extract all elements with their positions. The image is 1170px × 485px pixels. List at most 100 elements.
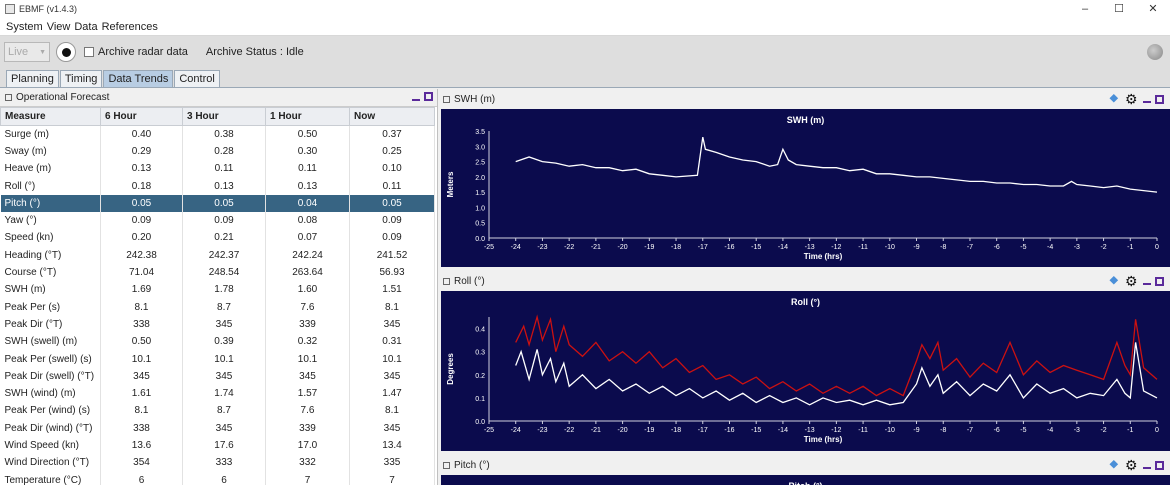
pin-icon[interactable]: ⯁ <box>1109 459 1121 471</box>
table-row[interactable]: Peak Dir (°T) 338 345 339 345 <box>0 315 435 334</box>
pin-icon[interactable]: ⯁ <box>1109 93 1121 105</box>
table-row[interactable]: Yaw (°) 0.09 0.09 0.08 0.09 <box>0 211 435 230</box>
record-button[interactable] <box>56 42 76 62</box>
column-header[interactable]: Now <box>349 107 435 126</box>
value-cell: 13.4 <box>349 436 435 455</box>
menu-references[interactable]: References <box>102 21 158 33</box>
panel-minimize-icon[interactable] <box>1143 283 1151 285</box>
minimize-button[interactable]: – <box>1068 0 1102 18</box>
x-tick-label: -11 <box>858 244 868 251</box>
mode-select-value: Live <box>8 46 29 58</box>
value-cell: 354 <box>100 454 183 472</box>
measure-cell: Yaw (°) <box>0 211 101 230</box>
panel-maximize-icon[interactable] <box>1155 276 1164 286</box>
y-tick-label: 0.5 <box>475 221 485 228</box>
panel-maximize-icon[interactable] <box>1155 460 1164 470</box>
table-row[interactable]: Peak Per (swell) (s) 10.1 10.1 10.1 10.1 <box>0 350 435 368</box>
tab-control[interactable]: Control <box>174 70 220 87</box>
table-row[interactable]: Peak Dir (swell) (°T) 345 345 345 345 <box>0 367 435 385</box>
value-cell: 332 <box>265 454 350 472</box>
value-cell: 0.13 <box>182 177 266 195</box>
panel-minimize-icon[interactable] <box>1143 467 1151 469</box>
maximize-button[interactable]: ☐ <box>1102 0 1136 18</box>
value-cell: 1.57 <box>265 384 350 403</box>
table-row[interactable]: SWH (wind) (m) 1.61 1.74 1.57 1.47 <box>0 384 435 403</box>
value-cell: 339 <box>265 419 350 437</box>
tab-timing[interactable]: Timing <box>59 70 103 87</box>
menu-view[interactable]: View <box>47 21 71 33</box>
column-header[interactable]: 1 Hour <box>265 107 350 126</box>
measure-cell: Course (°T) <box>0 263 101 282</box>
tab-planning[interactable]: Planning <box>6 70 59 87</box>
panel-maximize-icon[interactable] <box>1155 94 1164 104</box>
chart-panel-header: Roll (°) ⯁ ⚙ <box>441 271 1170 291</box>
value-cell: 345 <box>349 315 435 334</box>
table-row[interactable]: Peak Per (wind) (s) 8.1 8.7 7.6 8.1 <box>0 402 435 420</box>
gear-icon[interactable]: ⚙ <box>1125 274 1139 288</box>
series-line <box>515 136 1158 193</box>
x-tick-label: -14 <box>778 244 788 251</box>
value-cell: 10.1 <box>182 350 266 368</box>
table-row[interactable]: SWH (m) 1.69 1.78 1.60 1.51 <box>0 281 435 299</box>
x-tick-label: -10 <box>885 427 895 434</box>
value-cell: 1.78 <box>182 281 266 299</box>
x-tick-label: -9 <box>913 427 919 434</box>
table-row[interactable]: Speed (kn) 0.20 0.21 0.07 0.09 <box>0 229 435 247</box>
tab-data-trends[interactable]: Data Trends <box>103 70 174 87</box>
panel-minimize-icon[interactable] <box>412 98 420 101</box>
archive-radar-checkbox[interactable] <box>84 47 94 57</box>
table-row[interactable]: Peak Dir (wind) (°T) 338 345 339 345 <box>0 419 435 437</box>
table-row[interactable]: Course (°T) 71.04 248.54 263.64 56.93 <box>0 263 435 282</box>
measure-cell: Wind Speed (kn) <box>0 436 101 455</box>
swh-chart-panel: SWH (m) ⯁ ⚙ SWH (m) 0.0 0.5 1.0 1.5 2.0 2.5 3.0… <box>441 89 1170 267</box>
measure-cell: Peak Per (wind) (s) <box>0 402 101 420</box>
y-tick-label: 1.0 <box>475 205 485 212</box>
menu-system[interactable]: System <box>6 21 43 33</box>
table-row[interactable]: Wind Speed (kn) 13.6 17.6 17.0 13.4 <box>0 436 435 455</box>
operational-forecast-panel: Operational Forecast Measure 6 Hour 3 Ho… <box>0 89 438 485</box>
table-row[interactable]: SWH (swell) (m) 0.50 0.39 0.32 0.31 <box>0 333 435 351</box>
panel-minimize-icon[interactable] <box>1143 101 1151 103</box>
x-tick-label: -20 <box>618 427 628 434</box>
y-tick-label: 2.0 <box>475 175 485 182</box>
value-cell: 0.09 <box>100 211 183 230</box>
table-row[interactable]: Wind Direction (°T) 354 333 332 335 <box>0 454 435 472</box>
gear-icon[interactable]: ⚙ <box>1125 92 1139 106</box>
column-header[interactable]: 6 Hour <box>100 107 183 126</box>
value-cell: 0.11 <box>349 177 435 195</box>
value-cell: 0.13 <box>265 177 350 195</box>
x-axis-label: Time (hrs) <box>804 435 843 444</box>
panel-maximize-icon[interactable] <box>424 92 433 101</box>
value-cell: 10.1 <box>100 350 183 368</box>
close-button[interactable]: ✕ <box>1136 0 1170 18</box>
table-row[interactable]: Heave (m) 0.13 0.11 0.11 0.10 <box>0 160 435 178</box>
table-row[interactable]: Sway (m) 0.29 0.28 0.30 0.25 <box>0 142 435 161</box>
mode-select[interactable]: Live ▼ <box>4 42 50 62</box>
value-cell: 8.7 <box>182 402 266 420</box>
value-cell: 0.08 <box>265 211 350 230</box>
value-cell: 1.60 <box>265 281 350 299</box>
gear-icon[interactable]: ⚙ <box>1125 458 1139 472</box>
pin-icon[interactable]: ⯁ <box>1109 275 1121 287</box>
forecast-panel-title: Operational Forecast <box>16 92 110 103</box>
forecast-table: Measure 6 Hour 3 Hour 1 Hour Now Surge (… <box>0 107 435 485</box>
table-row[interactable]: Heading (°T) 242.38 242.37 242.24 241.52 <box>0 246 435 264</box>
table-row[interactable]: Temperature (°C) 6 6 7 7 <box>0 471 435 485</box>
measure-cell: Speed (kn) <box>0 229 101 247</box>
pitch-chart: Pitch (°) <box>441 475 1170 485</box>
record-icon <box>61 47 71 57</box>
table-row[interactable]: Surge (m) 0.40 0.38 0.50 0.37 <box>0 125 435 143</box>
value-cell: 338 <box>100 419 183 437</box>
value-cell: 0.28 <box>182 142 266 161</box>
value-cell: 6 <box>182 471 266 485</box>
column-header[interactable]: Measure <box>0 107 101 126</box>
table-row[interactable]: Roll (°) 0.18 0.13 0.13 0.11 <box>0 177 435 195</box>
menu-data[interactable]: Data <box>74 21 97 33</box>
app-icon <box>5 4 15 14</box>
column-header[interactable]: 3 Hour <box>182 107 266 126</box>
archive-status: Archive Status : Idle <box>205 46 304 58</box>
table-row[interactable]: Peak Per (s) 8.1 8.7 7.6 8.1 <box>0 298 435 316</box>
y-tick-label: 0.4 <box>475 327 485 334</box>
table-row[interactable]: Pitch (°) 0.05 0.05 0.04 0.05 <box>0 194 435 212</box>
x-tick-label: -22 <box>564 244 574 251</box>
